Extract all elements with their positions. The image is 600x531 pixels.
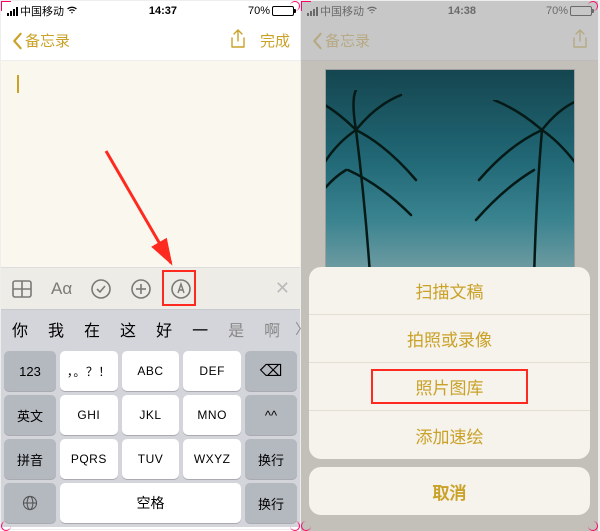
action-sheet: 扫描文稿 拍照或录像 照片图库 添加速绘 取消 bbox=[309, 267, 590, 523]
key-tuv[interactable]: TUV bbox=[122, 439, 180, 479]
carrier-label: 中国移动 bbox=[20, 3, 64, 19]
note-editor[interactable] bbox=[1, 61, 300, 267]
key-wxyz[interactable]: WXYZ bbox=[183, 439, 241, 479]
back-button[interactable]: 备忘录 bbox=[11, 30, 70, 51]
nav-bar: 备忘录 完成 bbox=[1, 21, 300, 61]
key-123[interactable]: 123 bbox=[4, 351, 56, 391]
format-toolbar: Aα ✕ bbox=[1, 267, 300, 309]
key-space[interactable]: 空格 bbox=[60, 483, 241, 523]
candidate[interactable]: 这 bbox=[115, 317, 141, 341]
key-return[interactable]: 换行 bbox=[245, 439, 297, 479]
text-format-button[interactable]: Aα bbox=[51, 279, 72, 299]
key-pinyin[interactable]: 拼音 bbox=[4, 439, 56, 479]
markup-icon[interactable] bbox=[170, 278, 192, 300]
key-pqrs[interactable]: PQRS bbox=[60, 439, 118, 479]
wifi-icon bbox=[66, 5, 78, 18]
annotation-highlight-box bbox=[371, 369, 528, 404]
key-jkl[interactable]: JKL bbox=[122, 395, 180, 435]
candidate[interactable]: 啊 bbox=[259, 317, 285, 341]
checklist-icon[interactable] bbox=[90, 278, 112, 300]
key-punct[interactable]: ，。？！ bbox=[60, 351, 118, 391]
candidate[interactable]: 你 bbox=[7, 317, 33, 341]
key-ghi[interactable]: GHI bbox=[60, 395, 118, 435]
candidate[interactable]: 是 bbox=[223, 317, 249, 341]
key-globe[interactable] bbox=[4, 483, 56, 523]
sheet-add-sketch[interactable]: 添加速绘 bbox=[309, 411, 590, 459]
clock: 14:37 bbox=[78, 5, 248, 17]
candidate-bar[interactable]: 你 我 在 这 好 一 是 啊 〉 bbox=[1, 309, 300, 347]
signal-icon bbox=[7, 7, 18, 16]
table-icon[interactable] bbox=[11, 278, 33, 300]
candidate[interactable]: 我 bbox=[43, 317, 69, 341]
battery-percent: 70% bbox=[248, 5, 270, 17]
key-abc[interactable]: ABC bbox=[122, 351, 180, 391]
sheet-scan-documents[interactable]: 扫描文稿 bbox=[309, 267, 590, 315]
sheet-cancel[interactable]: 取消 bbox=[309, 467, 590, 515]
key-english[interactable]: 英文 bbox=[4, 395, 56, 435]
add-attachment-icon[interactable] bbox=[130, 278, 152, 300]
close-keyboard-icon[interactable]: ✕ bbox=[275, 278, 290, 299]
key-def[interactable]: DEF bbox=[183, 351, 241, 391]
key-return-2[interactable]: 换行 bbox=[245, 483, 297, 523]
back-label: 备忘录 bbox=[25, 30, 70, 51]
key-caret[interactable]: ^^ bbox=[245, 395, 297, 435]
key-mno[interactable]: MNO bbox=[183, 395, 241, 435]
candidate[interactable]: 在 bbox=[79, 317, 105, 341]
text-cursor bbox=[17, 75, 19, 93]
keyboard: 123 ，。？！ ABC DEF ⌫ 英文 GHI JKL MNO ^^ 拼音 … bbox=[1, 347, 300, 527]
candidate[interactable]: 好 bbox=[151, 317, 177, 341]
done-button[interactable]: 完成 bbox=[260, 30, 290, 51]
sheet-take-photo-video[interactable]: 拍照或录像 bbox=[309, 315, 590, 363]
candidate[interactable]: 一 bbox=[187, 317, 213, 341]
key-backspace[interactable]: ⌫ bbox=[245, 351, 297, 391]
share-button[interactable] bbox=[230, 29, 246, 53]
status-bar: 中国移动 14:37 70% bbox=[1, 1, 300, 21]
sheet-photo-library[interactable]: 照片图库 bbox=[309, 363, 590, 411]
